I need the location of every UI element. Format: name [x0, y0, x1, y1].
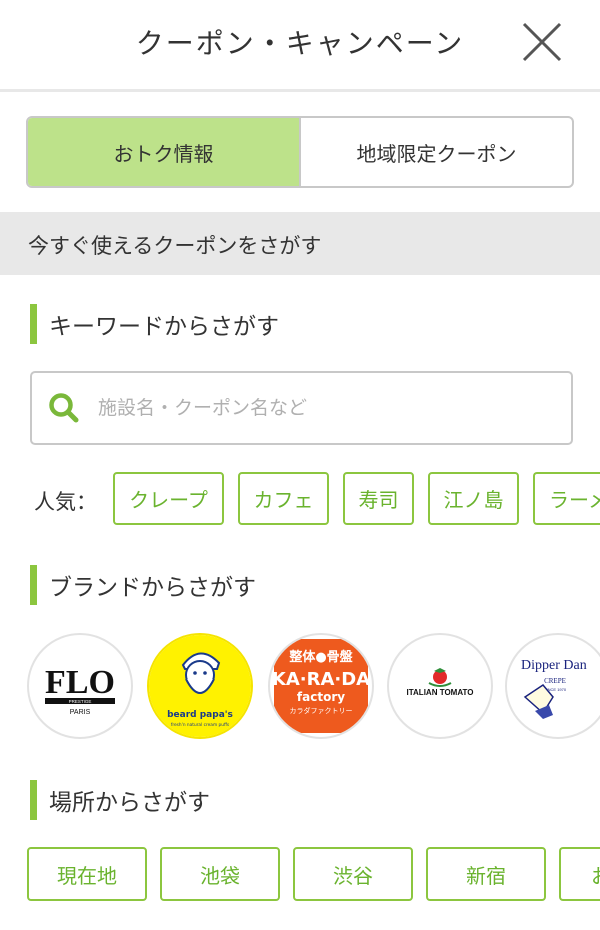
location-ikebukuro[interactable]: 池袋 [160, 847, 280, 901]
popular-tag-sushi[interactable]: 寿司 [343, 472, 414, 525]
flo-logo-subtext: PRESTIGE [69, 699, 92, 704]
location-shinjuku[interactable]: 新宿 [426, 847, 546, 901]
italian-tomato-logo: ITALIAN TOMATO [407, 668, 474, 697]
popular-tag-enoshima[interactable]: 江ノ島 [428, 472, 519, 525]
location-current[interactable]: 現在地 [27, 847, 147, 901]
coupon-tabs: おトク情報 地域限定クーポン [26, 116, 574, 188]
brand-beard-papas[interactable]: beard papa's fresh'n natural cream puffs [147, 633, 253, 739]
popular-label: 人気： [34, 490, 97, 514]
section-title: 今すぐ使えるクーポンをさがす [28, 234, 322, 258]
karada-factory-logo: 整体●骨盤 KA·RA·DA factory カラダファクトリー [272, 639, 370, 733]
search-box[interactable] [30, 371, 573, 445]
flo-logo-city: PARIS [70, 709, 91, 716]
karada-logo-kana: カラダファクトリー [290, 706, 353, 715]
tab-regional-coupons[interactable]: 地域限定クーポン [301, 118, 572, 186]
popular-tag-cafe[interactable]: カフェ [238, 472, 329, 525]
brand-flo[interactable]: FLO PRESTIGE PARIS [27, 633, 133, 739]
dipper-dan-logo: Dipper Dan CREPE SINCE 1970 [521, 658, 587, 719]
karada-logo-sub: factory [297, 690, 345, 704]
location-shibuya[interactable]: 渋谷 [293, 847, 413, 901]
search-icon [48, 392, 80, 424]
dipper-dan-logo-sub: CREPE [544, 677, 566, 685]
header: クーポン・キャンペーン [0, 0, 600, 92]
page-title: クーポン・キャンペーン [135, 27, 465, 60]
brand-heading: ブランドからさがす [30, 565, 256, 605]
popular-tag-ramen[interactable]: ラーメン [533, 472, 600, 525]
tab-deals[interactable]: おトク情報 [28, 118, 301, 186]
section-header: 今すぐ使えるクーポンをさがす [0, 212, 600, 275]
search-input[interactable] [98, 397, 538, 419]
flo-logo-text: FLO [45, 664, 115, 701]
flo-logo: FLO PRESTIGE PARIS [45, 664, 115, 716]
location-more[interactable]: お [559, 847, 600, 901]
brand-karada-factory[interactable]: 整体●骨盤 KA·RA·DA factory カラダファクトリー [268, 633, 374, 739]
close-icon [522, 22, 562, 62]
beard-papas-logo-text: beard papa's [167, 710, 233, 720]
close-button[interactable] [520, 20, 564, 64]
brand-italian-tomato[interactable]: ITALIAN TOMATO [387, 633, 493, 739]
brand-dipper-dan[interactable]: Dipper Dan CREPE SINCE 1970 [505, 633, 600, 739]
karada-logo-top: 整体●骨盤 [288, 649, 353, 665]
beard-papas-tagline: fresh'n natural cream puffs [171, 722, 230, 728]
dipper-dan-logo-text: Dipper Dan [521, 658, 587, 673]
beard-papas-logo: beard papa's fresh'n natural cream puffs [149, 635, 251, 737]
keyword-heading: キーワードからさがす [30, 304, 279, 344]
popular-tag-crepe[interactable]: クレープ [113, 472, 224, 525]
location-heading: 場所からさがす [30, 780, 210, 820]
italian-tomato-logo-text: ITALIAN TOMATO [407, 688, 474, 697]
karada-logo-text: KA·RA·DA [272, 669, 370, 690]
